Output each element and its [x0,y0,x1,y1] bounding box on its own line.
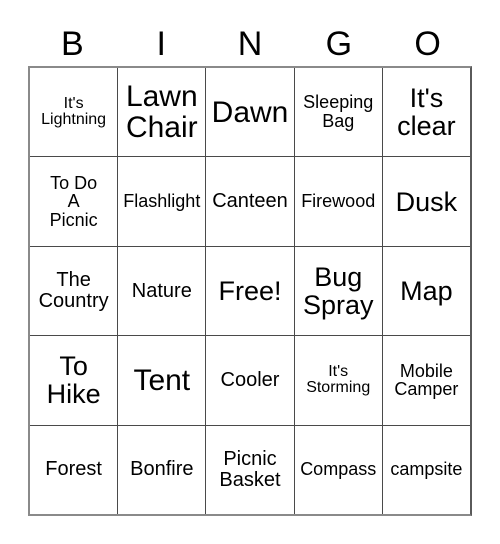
bingo-cell-label: Sleeping Bag [303,92,374,132]
bingo-cell-label: Picnic Basket [219,448,281,491]
bingo-cell-label: Flashlight [123,191,201,212]
bingo-cell[interactable]: Nature [118,246,207,336]
bingo-cell-label: Tent [133,363,191,397]
bingo-cell[interactable]: It's Lightning [30,68,119,157]
bingo-cell[interactable]: The Country [30,246,119,336]
bingo-cell-label: Nature [131,279,192,302]
bingo-cell[interactable]: Picnic Basket [206,425,295,515]
header-letter-g: G [325,25,353,63]
bingo-cell-label: Free! [218,275,282,306]
bingo-cell-free[interactable]: Free! [206,246,295,336]
bingo-cell-label: The Country [38,269,109,313]
bingo-cell[interactable]: It's Storming [295,336,383,425]
bingo-grid: It's Lightning Lawn Chair Dawn Sleeping … [28,66,472,516]
bingo-cell[interactable]: Sleeping Bag [295,68,383,157]
bingo-cell-label: It's clear [397,83,456,142]
bingo-cell-label: To Do A Picnic [49,172,98,230]
bingo-cell-label: It's Lightning [41,94,107,129]
bingo-cell[interactable]: Forest [30,425,119,515]
bingo-cell-label: Compass [300,459,377,480]
bingo-cell[interactable]: Mobile Camper [383,336,470,424]
bingo-cell-label: Bonfire [130,458,194,481]
bingo-row: To Do A Picnic Flashlight Canteen Firewo… [30,157,470,247]
bingo-cell-label: campsite [390,459,463,480]
bingo-cell-label: Mobile Camper [394,360,459,400]
bingo-cell[interactable]: Bug Spray [295,246,383,336]
bingo-row: It's Lightning Lawn Chair Dawn Sleeping … [30,68,470,158]
bingo-cell[interactable]: campsite [383,426,470,514]
bingo-cell-label: Dawn [211,95,289,129]
header-letter-b: B [61,25,84,63]
bingo-header: B I N G O [28,22,472,66]
bingo-row: The Country Nature Free! Bug Spray Map [30,246,470,337]
header-letter-i: I [156,25,166,63]
bingo-cell[interactable]: Map [383,247,470,335]
bingo-cell[interactable]: Dawn [206,68,295,157]
bingo-cell[interactable]: Cooler [206,336,295,425]
bingo-cell[interactable]: Dusk [383,157,470,245]
bingo-cell-label: Dusk [395,186,458,217]
bingo-cell[interactable]: Flashlight [118,157,207,246]
header-letter-n: N [237,25,263,63]
bingo-cell[interactable]: To Do A Picnic [30,157,119,246]
bingo-cell-label: Forest [45,458,102,481]
bingo-cell[interactable]: Firewood [295,157,383,246]
bingo-cell-label: Lawn Chair [125,80,198,145]
bingo-cell-label: Cooler [220,369,280,392]
bingo-cell-label: Canteen [212,190,288,213]
bingo-cell-label: Map [400,275,453,306]
bingo-cell[interactable]: To Hike [30,336,119,425]
bingo-cell-label: Bug Spray [302,261,374,321]
bingo-cell-label: To Hike [46,351,101,410]
bingo-cell[interactable]: Canteen [206,157,295,246]
bingo-cell-label: It's Storming [306,362,371,397]
bingo-cell-label: Firewood [301,191,376,212]
bingo-row: To Hike Tent Cooler It's Storming Mobile… [30,336,470,426]
bingo-card: B I N G O It's Lightning Lawn Chair Dawn… [0,0,500,544]
bingo-row: Forest Bonfire Picnic Basket Compass cam… [30,425,470,515]
bingo-cell[interactable]: Lawn Chair [118,68,207,157]
bingo-cell[interactable]: Tent [118,336,207,425]
bingo-cell[interactable]: Compass [295,425,383,515]
bingo-cell[interactable]: Bonfire [118,425,207,515]
bingo-cell[interactable]: It's clear [383,68,470,156]
header-letter-o: O [414,25,441,63]
